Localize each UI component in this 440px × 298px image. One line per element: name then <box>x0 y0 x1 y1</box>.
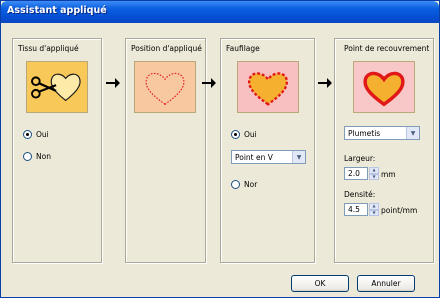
radio-empty-icon <box>23 152 32 161</box>
fabric-yes-radio[interactable]: Oui <box>23 130 49 139</box>
basting-panel-title: Faufilage <box>226 44 260 53</box>
fabric-no-radio[interactable]: Non <box>23 152 51 161</box>
width-stepper[interactable]: 2.0 ▲ ▼ <box>344 167 379 180</box>
cancel-button[interactable]: Annuler <box>357 275 415 292</box>
chevron-down-icon[interactable]: ▼ <box>292 151 305 163</box>
width-label: Largeur: <box>344 154 376 163</box>
arrow-right-icon <box>202 77 216 89</box>
basting-no-label: Nor <box>244 180 258 189</box>
arrow-right-icon <box>318 77 332 89</box>
dotted-heart-outline-icon <box>134 61 196 113</box>
arrow-right-icon <box>106 77 120 89</box>
basting-no-radio[interactable]: Nor <box>231 180 257 189</box>
satin-stitched-heart-icon <box>353 61 415 113</box>
density-spin-buttons: ▲ ▼ <box>369 203 379 216</box>
basting-yes-label: Oui <box>244 130 257 139</box>
radio-empty-icon <box>231 180 240 189</box>
density-unit: point/mm <box>381 206 418 215</box>
covering-panel: Point de recouvrement Plumetis ▼ Largeur… <box>334 38 434 263</box>
density-label: Densité: <box>344 190 376 199</box>
spin-down-icon[interactable]: ▼ <box>369 209 379 216</box>
width-unit: mm <box>381 170 396 179</box>
spin-down-icon[interactable]: ▼ <box>369 173 379 180</box>
basting-stitch-select[interactable]: Point en V ▼ <box>231 150 306 164</box>
density-input[interactable]: 4.5 <box>344 203 368 216</box>
width-input[interactable]: 2.0 <box>344 167 368 180</box>
fabric-no-label: Non <box>36 152 51 161</box>
fabric-yes-label: Oui <box>36 130 49 139</box>
applique-wizard-window: Assistant appliqué Tissu d'appliqué Oui … <box>0 0 440 298</box>
width-spin-buttons: ▲ ▼ <box>369 167 379 180</box>
density-stepper[interactable]: 4.5 ▲ ▼ <box>344 203 379 216</box>
covering-stitch-select[interactable]: Plumetis ▼ <box>344 126 420 140</box>
covering-panel-title: Point de recouvrement <box>344 44 430 53</box>
basting-yes-radio[interactable]: Oui <box>231 130 257 139</box>
basting-stitch-value: Point en V <box>235 152 273 162</box>
window-title: Assistant appliqué <box>7 5 107 16</box>
covering-stitch-value: Plumetis <box>348 128 381 138</box>
radio-selected-icon <box>23 130 32 139</box>
radio-selected-icon <box>231 130 240 139</box>
fabric-panel: Tissu d'appliqué Oui Non <box>12 38 102 263</box>
title-bar[interactable]: Assistant appliqué <box>1 1 439 23</box>
basting-panel: Faufilage Oui Point en V ▼ Nor <box>220 38 315 263</box>
ok-button[interactable]: OK <box>291 275 349 292</box>
position-panel: Position d'appliqué <box>125 38 206 263</box>
chevron-down-icon[interactable]: ▼ <box>406 127 419 139</box>
scissors-cutting-heart-icon <box>26 61 88 113</box>
basted-heart-icon <box>237 61 299 113</box>
fabric-panel-title: Tissu d'appliqué <box>18 44 79 53</box>
position-panel-title: Position d'appliqué <box>131 44 202 53</box>
